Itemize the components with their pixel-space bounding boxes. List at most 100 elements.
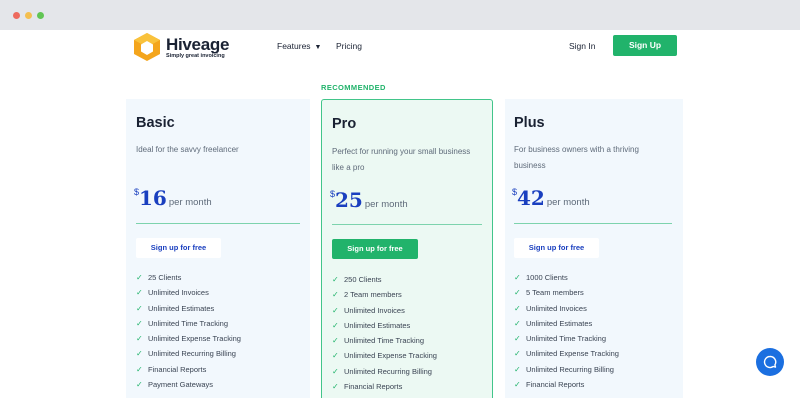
check-icon: ✓ xyxy=(514,318,521,328)
check-icon: ✓ xyxy=(136,364,143,374)
feature-label: Unlimited Recurring Billing xyxy=(526,364,614,374)
feature-item: ✓ Payment Gateways xyxy=(136,380,241,395)
nav-pricing[interactable]: Pricing xyxy=(336,41,362,51)
feature-label: Unlimited Invoices xyxy=(344,305,405,315)
feature-label: 5 Team members xyxy=(526,288,584,298)
check-icon: ✓ xyxy=(514,303,521,313)
plan-name: Basic xyxy=(136,115,175,131)
price-currency: $ xyxy=(512,187,518,197)
feature-item: ✓ 5 Team members xyxy=(514,288,619,303)
feature-item: ✓ Unlimited Expense Tracking xyxy=(332,351,437,366)
check-icon: ✓ xyxy=(332,320,339,330)
feature-item: ✓ 2 Team members xyxy=(332,290,437,305)
check-icon: ✓ xyxy=(514,334,521,344)
feature-label: Unlimited Expense Tracking xyxy=(344,351,437,361)
browser-window: Hiveage Simply great invoicing Features ▼… xyxy=(0,0,800,398)
plus-sign-up-button[interactable]: Sign up for free xyxy=(514,238,599,258)
feature-label: Financial Reports xyxy=(148,364,207,374)
feature-label: Payment Gateways xyxy=(148,380,214,390)
check-icon: ✓ xyxy=(332,366,339,376)
price-period: per month xyxy=(546,197,590,208)
feature-label: Unlimited Estimates xyxy=(344,320,411,330)
plan-card-plus: Plus For business owners with a thriving… xyxy=(505,99,683,398)
plan-description: For business owners with a thriving busi… xyxy=(514,145,639,170)
feature-label: Unlimited Invoices xyxy=(148,288,209,298)
feature-item: ✓ Unlimited Expense Tracking xyxy=(514,349,619,364)
chevron-down-icon: ▼ xyxy=(314,44,322,51)
plan-price: $42 per month xyxy=(512,186,590,210)
plan-price: $25 per month xyxy=(330,188,408,212)
feature-item: ✓ Financial Reports xyxy=(514,380,619,395)
feature-item: ✓ Unlimited Time Tracking xyxy=(514,334,619,349)
feature-label: Unlimited Expense Tracking xyxy=(148,334,241,344)
feature-item: ✓ Unlimited Estimates xyxy=(332,321,437,336)
check-icon: ✓ xyxy=(332,351,339,361)
feature-label: Financial Reports xyxy=(526,380,585,390)
price-period: per month xyxy=(364,199,408,210)
feature-label: 2 Team members xyxy=(344,290,402,300)
check-icon: ✓ xyxy=(514,364,521,374)
sign-in-link[interactable]: Sign In xyxy=(569,41,595,51)
feature-item: ✓ Financial Reports xyxy=(332,382,437,397)
price-period: per month xyxy=(168,197,212,208)
feature-list: ✓ 250 Clients ✓ 2 Team members ✓ Unlimited … xyxy=(332,275,437,397)
window-titlebar xyxy=(0,0,800,30)
feature-label: 25 Clients xyxy=(148,273,182,282)
price-divider xyxy=(332,224,482,225)
feature-label: 1000 Clients xyxy=(526,273,568,282)
plan-description: Ideal for the savvy freelancer xyxy=(136,145,239,154)
basic-sign-up-button[interactable]: Sign up for free xyxy=(136,238,221,258)
feature-item: ✓ Unlimited Recurring Billing xyxy=(332,367,437,382)
brand-name[interactable]: Hiveage xyxy=(166,35,229,55)
feature-label: Financial Reports xyxy=(344,382,403,392)
feature-label: Unlimited Estimates xyxy=(526,318,593,328)
feature-item: ✓ Financial Reports xyxy=(136,365,241,380)
feature-item: ✓ Unlimited Recurring Billing xyxy=(514,365,619,380)
feature-label: Unlimited Expense Tracking xyxy=(526,349,619,359)
feature-label: Unlimited Invoices xyxy=(526,303,587,313)
feature-item: ✓ Unlimited Invoices xyxy=(136,288,241,303)
feature-label: 250 Clients xyxy=(344,275,382,284)
check-icon: ✓ xyxy=(136,334,143,344)
minimize-window-button[interactable] xyxy=(25,12,32,19)
recommended-label: RECOMMENDED xyxy=(321,83,386,92)
nav-features[interactable]: Features ▼ xyxy=(277,41,321,51)
feature-label: Unlimited Time Tracking xyxy=(526,334,607,344)
check-icon: ✓ xyxy=(514,349,521,359)
check-icon: ✓ xyxy=(332,290,339,300)
check-icon: ✓ xyxy=(136,349,143,359)
feature-item: ✓ Unlimited Estimates xyxy=(136,304,241,319)
plan-card-pro: Pro Perfect for running your small busin… xyxy=(321,99,493,398)
pro-sign-up-button[interactable]: Sign up for free xyxy=(332,239,418,259)
close-window-button[interactable] xyxy=(13,12,20,19)
feature-item: ✓ Unlimited Invoices xyxy=(514,304,619,319)
feature-item: ✓ Unlimited Time Tracking xyxy=(136,319,241,334)
feature-list: ✓ 1000 Clients ✓ 5 Team members ✓ Unlimited… xyxy=(514,273,619,395)
price-currency: $ xyxy=(330,189,336,199)
feature-label: Unlimited Time Tracking xyxy=(344,336,425,346)
check-icon: ✓ xyxy=(514,380,521,390)
sign-up-button[interactable]: Sign Up xyxy=(613,35,677,56)
check-icon: ✓ xyxy=(332,336,339,346)
check-icon: ✓ xyxy=(136,318,143,328)
check-icon: ✓ xyxy=(136,273,143,282)
feature-item: ✓ Unlimited Expense Tracking xyxy=(136,334,241,349)
check-icon: ✓ xyxy=(136,288,143,298)
plan-description: Perfect for running your small business … xyxy=(332,147,471,172)
feature-item: ✓ Unlimited Invoices xyxy=(332,306,437,321)
check-icon: ✓ xyxy=(332,275,339,284)
check-icon: ✓ xyxy=(136,380,143,390)
chat-bubble-button[interactable] xyxy=(756,348,784,376)
feature-label: Unlimited Estimates xyxy=(148,303,215,313)
check-icon: ✓ xyxy=(332,305,339,315)
price-amount: 16 xyxy=(139,186,167,210)
plan-name: Pro xyxy=(332,116,357,132)
plan-card-basic: Basic Ideal for the savvy freelancer $16… xyxy=(126,99,310,398)
price-amount: 42 xyxy=(517,186,545,210)
feature-item: ✓ Unlimited Time Tracking xyxy=(332,336,437,351)
feature-label: Unlimited Recurring Billing xyxy=(344,366,432,376)
hexagon-logo-icon[interactable] xyxy=(133,32,161,62)
check-icon: ✓ xyxy=(332,382,339,392)
feature-item: ✓ Unlimited Recurring Billing xyxy=(136,349,241,364)
maximize-window-button[interactable] xyxy=(37,12,44,19)
